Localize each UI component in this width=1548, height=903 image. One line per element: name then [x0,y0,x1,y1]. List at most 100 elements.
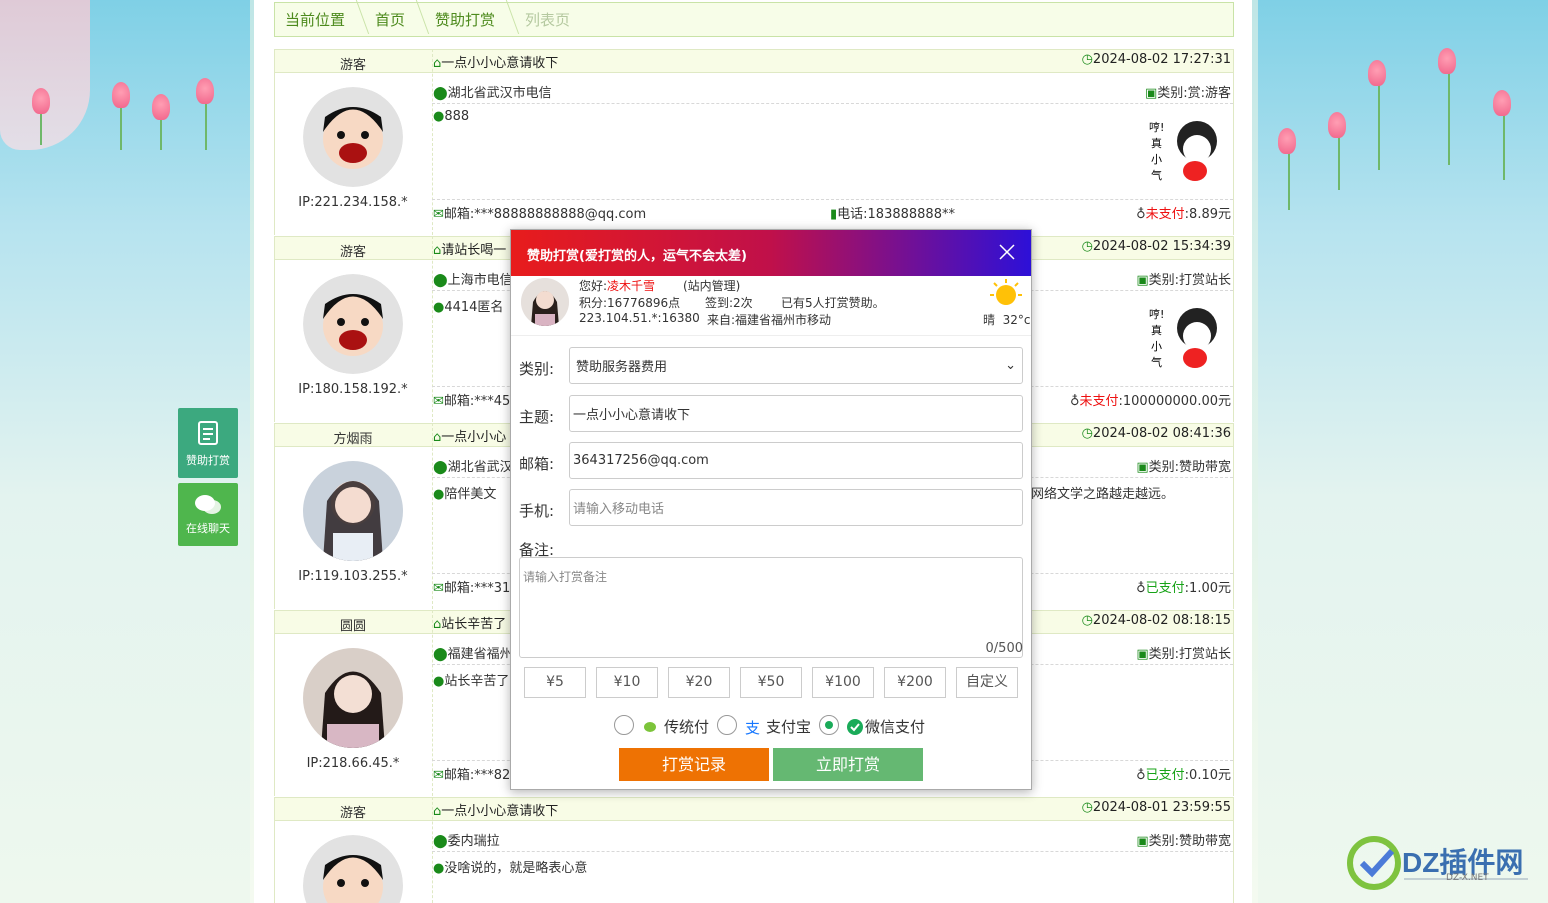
svg-text:真: 真 [1151,136,1162,150]
breadcrumb-home[interactable]: 首页 [365,9,425,30]
record-time: 2024-08-02 17:27:31 [1092,52,1231,67]
leaf-icon [644,722,656,732]
gift-icon: ▣ [1136,647,1149,662]
donor-ip: IP:180.158.192.* [298,382,408,397]
clock-icon: ◷ [1081,239,1093,254]
svg-text:哼!: 哼! [1149,307,1164,321]
breadcrumb-donate[interactable]: 赞助打赏 [425,9,515,30]
user-info: 您好:凌木千雪 (站内管理) 积分:16776896点 签到:2次 已有5人打赏… [511,276,1031,336]
donate-float-button[interactable]: 赞助打赏 [178,408,238,478]
chat-float-label: 在线聊天 [186,522,230,535]
record-location: 湖北省武汉市电信 [447,86,552,101]
traditional-pay-radio[interactable] [614,715,634,735]
record-email: 邮箱:***82 [443,768,511,783]
envelope-icon: ✉ [433,581,444,596]
svg-text:真: 真 [1151,323,1162,337]
record-category: 类别:赏:游客 [1157,86,1231,101]
donate-modal: 赞助打赏(爱打赏的人，运气不会太差) 您好:凌木千雪 (站内管理) 积分:167… [510,229,1032,790]
donor-name: 游客 [339,806,366,821]
pay-amount: :1.00元 [1184,581,1231,596]
user-ip: 223.104.51.*:16380 [579,311,700,325]
username: 凌木千雪 [607,279,656,293]
envelope-icon: ✉ [433,207,444,222]
record-time: 2024-08-02 08:41:36 [1092,426,1231,441]
clock-icon: ◷ [1081,426,1093,441]
alipay-label: 支付宝 [766,718,812,736]
user-from: 来自:福建省福州市移动 [707,313,832,327]
avatar [303,87,403,187]
subject-input[interactable]: 一点小小心意请收下 [569,395,1023,432]
amount-5-button[interactable]: ¥5 [524,667,586,698]
svg-text:气: 气 [1151,168,1162,182]
sun-icon [990,279,1022,305]
document-icon [198,421,218,445]
svg-text:小: 小 [1151,340,1162,353]
donor-count: 已有5人打赏赞助。 [781,296,885,310]
location-icon: ⬤ [433,86,448,101]
breadcrumb-list: 列表页 [525,11,571,29]
svg-text:哼!: 哼! [1149,120,1164,134]
category-value: 赞助服务器费用 [576,360,668,375]
record-location: 上海市电信 [447,273,513,288]
record-title: 一点小小心意请收下 [441,804,559,819]
gift-icon: ▣ [1136,460,1149,475]
gift-icon: ▣ [1144,86,1158,101]
phone-label: 手机: [519,502,555,520]
donor-name: 圆圆 [339,619,366,634]
pay-status: 已支付 [1145,581,1185,596]
gift-icon: ▣ [1136,834,1149,849]
pay-amount: :8.89元 [1184,207,1231,222]
clock-icon: ◷ [1081,613,1093,628]
records-button[interactable]: 打赏记录 [619,748,769,781]
amount-50-button[interactable]: ¥50 [740,667,802,698]
category-select[interactable]: 赞助服务器费用 ⌄ [569,347,1023,384]
dz-logo: DZ插件网 DZ-X.NET [1344,833,1534,895]
comment-icon: ● [433,300,445,315]
avatar [303,274,403,374]
moneybag-icon: ♁ [1136,768,1146,783]
avatar [303,461,403,561]
location-icon: ⬤ [433,647,448,662]
amount-10-button[interactable]: ¥10 [596,667,658,698]
user-signin: 签到:2次 [705,296,753,310]
record-email: 邮箱:***88888888888@qq.com [443,207,647,222]
user-points: 积分:16776896点 [579,296,681,310]
pay-status: 已支付 [1145,768,1185,783]
envelope-icon: ✉ [433,394,444,409]
record-message: 没啥说的，就是略表心意 [444,861,588,876]
comment-icon: ● [433,109,445,124]
record-title: 请站长喝一 [441,243,507,258]
location-icon: ⬤ [433,273,448,288]
close-icon[interactable] [997,242,1017,262]
wechat-pay-radio[interactable] [819,715,839,735]
record-category: 类别:打赏站长 [1148,273,1231,288]
sticker-image: 哼! 真小气 [1147,298,1225,376]
record-category: 类别:打赏站长 [1148,647,1231,662]
avatar [303,835,403,903]
donor-name: 方烟雨 [333,432,373,447]
donation-record: 游客 ⌂一点小小心意请收下 ◷2024-08-02 17:27:31 IP:22… [274,49,1234,235]
check-circle-icon [847,719,863,735]
weather-widget: 晴 32°c [983,278,1031,328]
pay-amount: :0.10元 [1184,768,1231,783]
record-time: 2024-08-02 08:18:15 [1092,613,1231,628]
donor-name: 游客 [339,58,366,73]
record-message: 888 [444,109,470,124]
amount-custom-button[interactable]: 自定义 [956,667,1018,698]
weather-text: 晴 [983,313,996,327]
pay-now-button[interactable]: 立即打赏 [773,748,923,781]
phone-input[interactable]: 请输入移动电话 [569,489,1023,526]
alipay-radio[interactable] [717,715,737,735]
modal-title: 赞助打赏(爱打赏的人，运气不会太差) [527,249,747,264]
moneybag-icon: ♁ [1136,207,1146,222]
note-textarea[interactable]: 请输入打赏备注 [519,557,1023,658]
amount-200-button[interactable]: ¥200 [884,667,946,698]
email-input[interactable]: 364317256@qq.com [569,442,1023,479]
traditional-pay-label: 传统付 [664,718,710,736]
donor-ip: IP:218.66.45.* [306,756,400,771]
gift-icon: ▣ [1136,273,1149,288]
amount-100-button[interactable]: ¥100 [812,667,874,698]
record-message: 站长辛苦了 [444,674,510,689]
chat-float-button[interactable]: 在线聊天 [178,483,238,546]
amount-20-button[interactable]: ¥20 [668,667,730,698]
